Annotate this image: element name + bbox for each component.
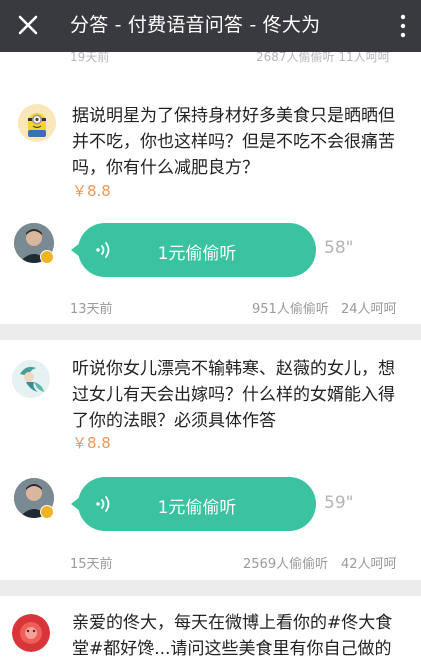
- verified-badge-icon: [40, 505, 54, 519]
- asker-avatar[interactable]: [12, 614, 50, 652]
- question-text: 据说明星为了保持身材好多美食只是晒晒但并不吃，你也这样吗？但是不吃不会很痛苦吗，…: [72, 106, 395, 178]
- listen-button[interactable]: 1元偷偷听: [71, 477, 316, 531]
- time-ago: 15天前: [70, 557, 113, 572]
- question-card[interactable]: 据说明星为了保持身材好多美食只是晒晒但并不吃，你也这样吗？但是不吃不会很痛苦吗，…: [0, 84, 421, 324]
- more-vertical-icon[interactable]: [398, 14, 408, 40]
- card-stats: 2687人偷偷听 11人呵呵: [256, 52, 390, 64]
- listen-label: 1元偷偷听: [157, 244, 237, 264]
- minion-avatar-image: [18, 104, 56, 142]
- asker-avatar[interactable]: [18, 104, 56, 142]
- question-card[interactable]: 亲爱的佟大，每天在微博上看你的#佟大食堂#都好馋...请问这些美食里有你自己做的: [0, 596, 421, 658]
- verified-badge-icon: [40, 250, 54, 264]
- time-ago: 13天前: [70, 302, 113, 317]
- top-bar: 分答 - 付费语音问答 - 佟大为: [0, 0, 421, 52]
- previous-card-fragment: 19天前 2687人偷偷听 11人呵呵: [0, 52, 421, 84]
- listen-count: 951人偷偷听: [252, 302, 329, 317]
- audio-duration: 58": [324, 238, 354, 258]
- price: ￥8.8: [72, 434, 111, 452]
- listen-count: 2569人偷偷听: [243, 557, 329, 572]
- question-text: 听说你女儿漂亮不输韩寒、赵薇的女儿，想过女儿有天会出嫁吗？什么样的女婿能入得了你…: [72, 359, 395, 431]
- flower-avatar-image: [12, 614, 50, 652]
- question-card[interactable]: 听说你女儿漂亮不输韩寒、赵薇的女儿，想过女儿有天会出嫁吗？什么样的女婿能入得了你…: [0, 340, 421, 580]
- price: ￥8.8: [72, 182, 111, 200]
- listen-button[interactable]: 1元偷偷听: [71, 223, 316, 277]
- mermaid-avatar-image: [12, 360, 50, 398]
- page-title: 分答 - 付费语音问答 - 佟大为: [70, 14, 321, 36]
- asker-avatar[interactable]: [12, 360, 50, 398]
- close-icon[interactable]: [15, 12, 41, 38]
- listen-label: 1元偷偷听: [157, 498, 237, 518]
- laugh-count: 24人呵呵: [341, 302, 397, 317]
- audio-duration: 59": [324, 493, 354, 513]
- time-ago: 19天前: [70, 52, 110, 64]
- question-text: 亲爱的佟大，每天在微博上看你的#佟大食堂#都好馋...请问这些美食里有你自己做的: [72, 613, 393, 658]
- laugh-count: 42人呵呵: [341, 557, 397, 572]
